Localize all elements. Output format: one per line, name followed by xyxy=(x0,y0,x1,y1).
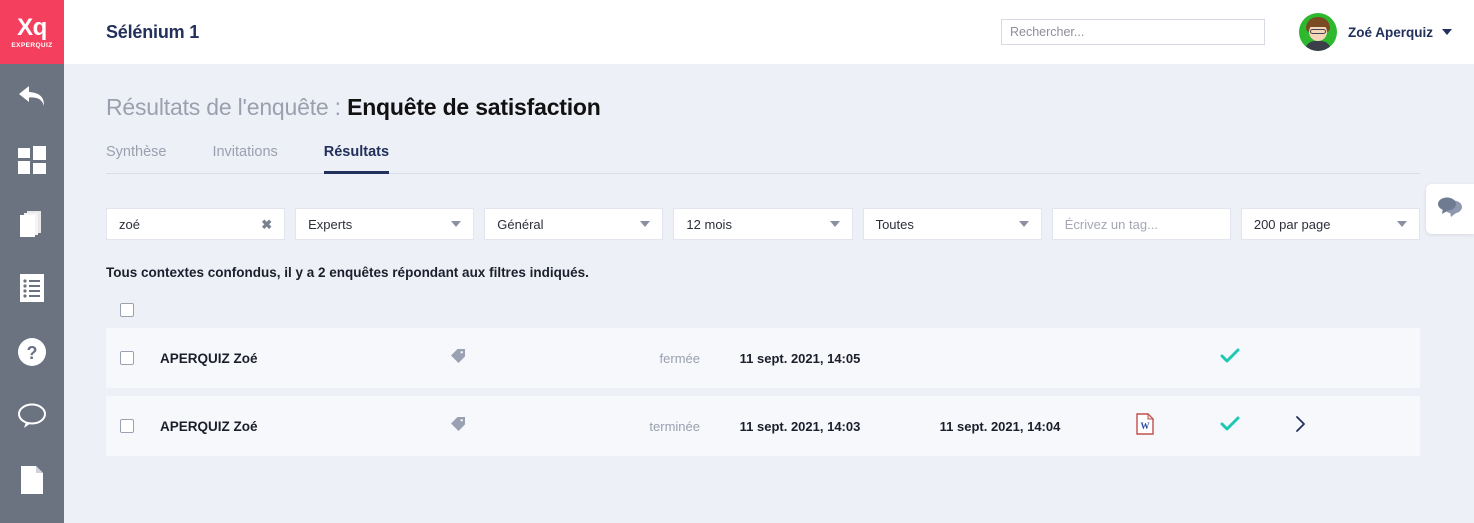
left-sidebar: Xq EXPERQUIZ ? xyxy=(0,0,64,523)
check-icon[interactable] xyxy=(1220,415,1240,438)
filter-general-select[interactable]: Général xyxy=(484,208,664,240)
results-summary: Tous contextes confondus, il y a 2 enquê… xyxy=(106,265,589,280)
chat-bubble-icon xyxy=(17,402,47,430)
page-title: Résultats de l'enquête : Enquête de sati… xyxy=(106,94,1420,121)
filter-status-value: Toutes xyxy=(875,216,914,232)
sidebar-item-help[interactable]: ? xyxy=(0,320,64,384)
filter-perpage-select[interactable]: 200 par page xyxy=(1240,208,1420,240)
close-icon[interactable]: ✖ xyxy=(261,218,272,231)
row-status-check-cell xyxy=(1190,347,1270,370)
sidebar-item-dashboard[interactable] xyxy=(0,128,64,192)
table-row[interactable]: APERQUIZ Zoé fermée 11 sept. 2021, 14:05 xyxy=(106,328,1420,388)
tag-icon[interactable] xyxy=(450,416,466,437)
filter-perpage-value: 200 par page xyxy=(1253,216,1331,232)
check-icon[interactable] xyxy=(1220,347,1240,370)
svg-text:?: ? xyxy=(27,343,38,363)
row-name: APERQUIZ Zoé xyxy=(160,350,258,366)
sidebar-item-library[interactable] xyxy=(0,192,64,256)
user-menu[interactable]: Zoé Aperquiz xyxy=(1298,13,1452,51)
chevron-down-icon[interactable] xyxy=(451,221,462,227)
filter-status-select[interactable]: Toutes xyxy=(862,208,1042,240)
avatar xyxy=(1298,13,1337,51)
dashboard-icon xyxy=(18,146,46,174)
row-more-cell xyxy=(1270,415,1330,438)
row-name: APERQUIZ Zoé xyxy=(160,418,258,434)
back-arrow-icon xyxy=(17,83,47,109)
sidebar-item-lists[interactable] xyxy=(0,256,64,320)
page-title-main: Enquête de satisfaction xyxy=(347,94,601,120)
row-checkbox-cell xyxy=(120,419,160,433)
row-checkbox[interactable] xyxy=(120,351,134,365)
word-document-icon[interactable]: W xyxy=(1136,412,1155,440)
chevron-down-icon[interactable] xyxy=(1396,221,1407,227)
chevron-down-icon[interactable] xyxy=(1442,29,1452,35)
tab-synthese[interactable]: Synthèse xyxy=(106,144,166,174)
app-logo[interactable]: Xq EXPERQUIZ xyxy=(0,0,64,64)
chevron-right-icon[interactable] xyxy=(1293,415,1307,438)
row-status-check-cell xyxy=(1190,415,1270,438)
page-icon xyxy=(19,465,45,495)
page-title-prefix: Résultats de l'enquête : xyxy=(106,94,348,120)
content-area: Résultats de l'enquête : Enquête de sati… xyxy=(64,64,1474,523)
sidebar-item-messages[interactable] xyxy=(0,384,64,448)
tab-bar: Synthèse Invitations Résultats xyxy=(106,143,1420,174)
row-tag-cell xyxy=(450,416,570,437)
user-name-label: Zoé Aperquiz xyxy=(1347,24,1433,40)
help-icon: ? xyxy=(17,337,47,367)
application-window: Xq EXPERQUIZ ? Sélénium 1 Rechercher... … xyxy=(0,0,1474,523)
status-badge: terminée xyxy=(649,418,700,434)
list-document-icon xyxy=(19,273,45,303)
row-date-end: 11 sept. 2021, 14:04 xyxy=(939,418,1061,434)
svg-text:W: W xyxy=(1141,421,1150,431)
sidebar-item-documents[interactable] xyxy=(0,448,64,512)
filter-experts-select[interactable]: Experts xyxy=(295,208,475,240)
row-checkbox[interactable] xyxy=(120,419,134,433)
chat-bubbles-icon xyxy=(1437,196,1463,223)
chat-floating-button[interactable] xyxy=(1426,184,1474,234)
logo-subtext: EXPERQUIZ xyxy=(11,41,53,49)
table-row[interactable]: APERQUIZ Zoé terminée 11 sept. 2021, 14:… xyxy=(106,396,1420,456)
app-context-title: Sélénium 1 xyxy=(106,21,200,42)
chevron-down-icon[interactable] xyxy=(829,221,840,227)
filter-period-select[interactable]: 12 mois xyxy=(673,208,853,240)
tab-resultats[interactable]: Résultats xyxy=(323,144,390,174)
filter-search-field[interactable]: zoé ✖ xyxy=(106,208,286,240)
select-all-checkbox[interactable] xyxy=(120,303,134,317)
filter-search-value: zoé xyxy=(119,216,140,232)
main-area: Sélénium 1 Zoé Aperquiz Résultats de l'e… xyxy=(64,0,1474,523)
filter-bar: zoé ✖ Experts Général 12 mois Toutes Écr… xyxy=(106,208,1420,240)
tag-icon[interactable] xyxy=(450,348,466,369)
table-header-row xyxy=(106,292,1420,328)
sidebar-item-back[interactable] xyxy=(0,64,64,128)
search-input[interactable] xyxy=(1000,19,1265,45)
status-badge: fermée xyxy=(659,350,700,366)
row-doc-cell: W xyxy=(1100,412,1190,440)
books-icon xyxy=(18,210,46,238)
row-checkbox-cell xyxy=(120,351,160,365)
filter-experts-value: Experts xyxy=(308,216,353,232)
filter-tag-placeholder: Écrivez un tag... xyxy=(1064,216,1158,232)
filter-period-value: 12 mois xyxy=(686,216,732,232)
filter-general-value: Général xyxy=(497,216,544,232)
tab-invitations[interactable]: Invitations xyxy=(212,144,277,174)
top-bar: Sélénium 1 Zoé Aperquiz xyxy=(64,0,1474,64)
row-date-start: 11 sept. 2021, 14:03 xyxy=(739,418,861,434)
row-date-start: 11 sept. 2021, 14:05 xyxy=(739,350,861,366)
filter-tag-input[interactable]: Écrivez un tag... xyxy=(1051,208,1231,240)
row-tag-cell xyxy=(450,348,570,369)
logo-text: Xq xyxy=(17,13,47,41)
chevron-down-icon[interactable] xyxy=(640,221,651,227)
results-table: APERQUIZ Zoé fermée 11 sept. 2021, 14:05 xyxy=(106,292,1420,456)
chevron-down-icon[interactable] xyxy=(1018,221,1029,227)
